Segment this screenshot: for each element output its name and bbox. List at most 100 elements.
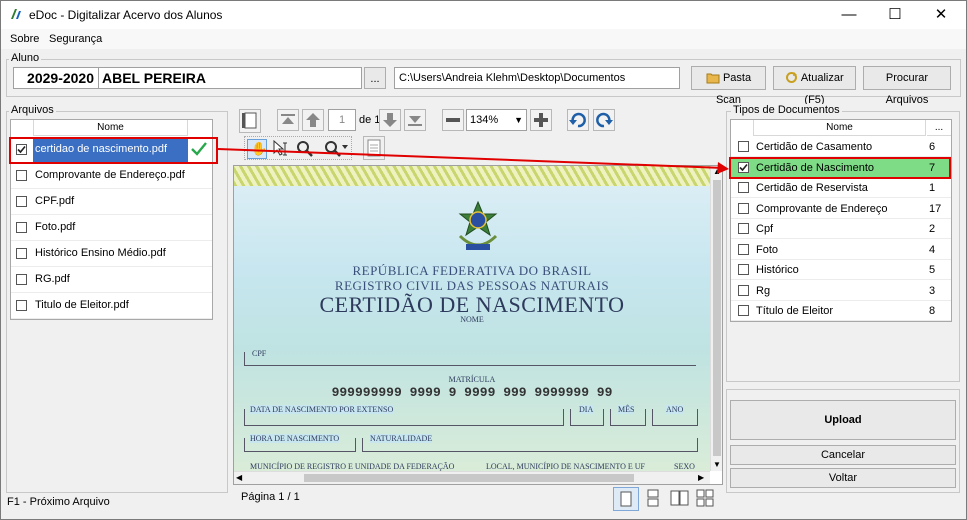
file-name: CPF.pdf [35, 195, 75, 207]
file-name: RG.pdf [35, 273, 70, 285]
rotate-right-button[interactable] [593, 109, 615, 131]
browse-student-button[interactable]: ... [364, 67, 386, 89]
first-page-button[interactable] [277, 109, 299, 131]
municipio-label: MUNICÍPIO DE REGISTRO E UNIDADE DA FEDER… [250, 462, 455, 471]
cancel-button[interactable]: Cancelar [730, 445, 956, 465]
pasta-scan-label: Pasta Scan [715, 72, 752, 106]
scroll-right-icon[interactable]: ▶ [698, 473, 704, 482]
refresh-button[interactable]: Atualizar (F5) [773, 66, 856, 106]
title-bar: eDoc - Digitalizar Acervo dos Alunos — ☐… [1, 1, 966, 29]
sexo-label: SEXO [674, 462, 695, 471]
doc-type-checkbox[interactable] [738, 141, 749, 152]
close-button[interactable]: ✕ [918, 1, 964, 29]
file-checkbox[interactable] [16, 222, 27, 233]
doc-type-row[interactable]: Foto 4 [731, 240, 951, 260]
scroll-down-icon[interactable]: ▼ [713, 460, 721, 469]
refresh-icon [786, 72, 798, 83]
back-button[interactable]: Voltar [730, 468, 956, 488]
chevron-down-icon: ▼ [514, 115, 523, 125]
matricula-label: MATRÍCULA [448, 375, 496, 384]
rotate-left-button[interactable] [567, 109, 589, 131]
rotate-right-icon [596, 112, 613, 128]
doc-types-name-header[interactable]: Nome [753, 120, 926, 136]
file-checkbox[interactable] [16, 300, 27, 311]
continuous-view-button[interactable] [641, 487, 667, 511]
doc-type-row[interactable]: Comprovante de Endereço 17 [731, 199, 951, 219]
student-code-field[interactable]: 2029-2020 [13, 67, 99, 89]
page-of-label: de 1 [359, 114, 381, 126]
horizontal-scrollbar[interactable]: ◀ ▶ [234, 471, 710, 484]
zoom-in-button[interactable] [530, 109, 552, 131]
grid-pages-icon [696, 489, 714, 507]
file-row[interactable]: Titulo de Eleitor.pdf [11, 293, 212, 319]
app-window: eDoc - Digitalizar Acervo dos Alunos — ☐… [0, 0, 967, 520]
first-page-icon [281, 114, 295, 124]
doc-type-row[interactable]: Certidão de Reservista 1 [731, 178, 951, 198]
zoom-select[interactable]: 134% ▼ [466, 109, 527, 131]
doc-type-row[interactable]: Título de Eleitor 8 [731, 301, 951, 321]
republic-heading: REPÚBLICA FEDERATIVA DO BRASIL [352, 263, 592, 278]
zoom-out-button[interactable] [442, 109, 464, 131]
menu-sobre[interactable]: Sobre [10, 33, 39, 45]
doc-type-name: Histórico [756, 264, 799, 276]
tipos-group-label: Tipos de Documentos [731, 104, 842, 116]
two-page-view-button[interactable] [667, 487, 693, 511]
doc-type-checkbox[interactable] [738, 284, 749, 296]
student-name-field[interactable]: ABEL PEREIRA [98, 67, 362, 89]
file-checkbox[interactable] [16, 248, 27, 259]
pasta-scan-button[interactable]: Pasta Scan [691, 66, 766, 106]
checkmark-icon [191, 142, 207, 156]
file-checkbox[interactable] [16, 274, 27, 285]
files-name-header[interactable]: Nome [33, 120, 188, 136]
horizontal-scroll-thumb[interactable] [304, 474, 634, 482]
page-number-input[interactable]: 1 [328, 109, 356, 131]
maximize-button[interactable]: ☐ [872, 1, 918, 29]
refresh-label: Atualizar (F5) [800, 72, 844, 106]
thumbnails-toggle[interactable] [239, 109, 261, 133]
doc-type-row[interactable]: Rg 3 [731, 281, 951, 301]
doc-type-checkbox[interactable] [738, 182, 749, 193]
aluno-group-label: Aluno [9, 52, 42, 64]
scroll-left-icon[interactable]: ◀ [236, 473, 242, 482]
vertical-scroll-thumb[interactable] [713, 180, 721, 456]
mes-label: MÊS [618, 405, 635, 414]
folder-path-field[interactable]: C:\Users\Andreia Klehm\Desktop\Documento… [394, 67, 680, 89]
continuous-pages-icon [647, 489, 659, 507]
prev-page-button[interactable] [302, 109, 324, 131]
doc-type-checkbox[interactable] [738, 305, 749, 316]
doc-type-row[interactable]: Cpf 2 [731, 219, 951, 239]
doc-type-count: 1 [929, 182, 936, 194]
plus-icon [534, 113, 548, 127]
file-name: Comprovante de Endereço.pdf [35, 169, 185, 181]
menu-seguranca[interactable]: Segurança [49, 33, 102, 45]
doc-type-checkbox[interactable] [738, 243, 749, 255]
nome-label: NOME [460, 315, 484, 324]
single-page-view-button[interactable] [613, 487, 639, 511]
upload-button[interactable]: Upload [730, 400, 956, 440]
document-viewer[interactable]: REPÚBLICA FEDERATIVA DO BRASIL REGISTRO … [233, 165, 723, 485]
vertical-scrollbar[interactable]: ▲ ▼ [710, 166, 722, 471]
file-row[interactable]: Foto.pdf [11, 215, 212, 241]
doc-type-row[interactable]: Certidão de Casamento 6 [731, 137, 951, 157]
doc-type-checkbox[interactable] [738, 223, 749, 234]
minimize-button[interactable]: — [826, 1, 872, 29]
file-name: Titulo de Eleitor.pdf [35, 299, 129, 311]
file-checkbox[interactable] [16, 196, 27, 207]
file-checkbox[interactable] [16, 170, 27, 181]
file-row[interactable]: Comprovante de Endereço.pdf [11, 163, 212, 189]
dia-label: DIA [579, 405, 594, 414]
doc-type-checkbox[interactable] [738, 264, 749, 275]
search-files-button[interactable]: Procurar Arquivos [863, 66, 951, 106]
doc-types-count-header[interactable]: ... [927, 120, 951, 136]
doc-type-count: 8 [929, 305, 936, 317]
next-page-button[interactable] [379, 109, 401, 131]
last-page-button[interactable] [404, 109, 426, 131]
doc-type-count: 6 [929, 141, 936, 153]
file-row[interactable]: Histórico Ensino Médio.pdf [11, 241, 212, 267]
doc-type-row[interactable]: Histórico 5 [731, 260, 951, 280]
two-page-continuous-view-button[interactable] [693, 487, 719, 511]
file-row[interactable]: RG.pdf [11, 267, 212, 293]
doc-type-checkbox[interactable] [738, 202, 749, 214]
rotate-left-icon [569, 112, 586, 128]
file-row[interactable]: CPF.pdf [11, 189, 212, 215]
